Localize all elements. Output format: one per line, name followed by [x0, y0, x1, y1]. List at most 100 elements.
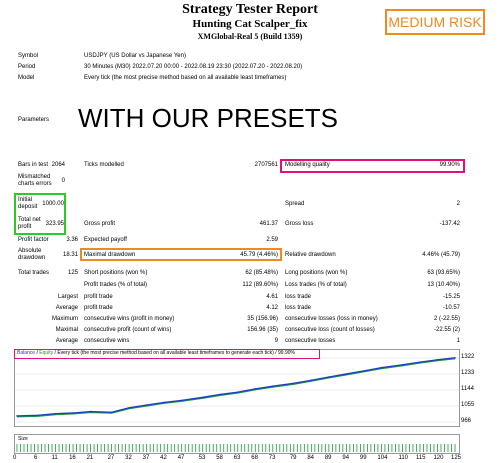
- size-bar: [153, 444, 155, 452]
- size-bar: [93, 444, 95, 452]
- size-bar: [177, 444, 179, 452]
- balance-point: [236, 391, 239, 393]
- size-bar: [454, 444, 456, 452]
- reldd-value: 4.46% (45.79): [422, 252, 460, 258]
- avg-cons-losses-value: 1: [456, 338, 460, 344]
- size-bar: [261, 444, 263, 452]
- average-loss-value: -10.57: [442, 305, 460, 311]
- y-tick-label: 1055: [461, 402, 475, 408]
- size-bar: [272, 444, 274, 452]
- avg-cons-losses-label: consecutive losses: [285, 338, 336, 344]
- size-bar: [205, 444, 207, 452]
- legend-description: / Every tick (the most precise method ba…: [53, 350, 274, 356]
- balance-line: [16, 357, 456, 417]
- maximal-loss-label: consecutive loss (count of losses): [285, 327, 375, 333]
- size-bar: [114, 444, 116, 452]
- size-bar: [324, 444, 326, 452]
- x-tick-label: 16: [69, 455, 76, 461]
- x-tick-label: 73: [268, 455, 276, 461]
- ticks-label: Ticks modelled: [84, 162, 124, 168]
- spread-value: 2: [456, 201, 460, 207]
- size-bar: [258, 444, 260, 452]
- size-bar: [352, 444, 354, 452]
- size-bar: [286, 444, 288, 452]
- maxdd-value: 45.79 (4.46%): [240, 252, 278, 258]
- legend-quality: / 99.90%: [273, 350, 295, 356]
- size-bar: [451, 444, 452, 452]
- absdd-label: Absolute drawdown: [18, 248, 46, 261]
- balance-point: [454, 357, 456, 359]
- balance-point: [254, 388, 257, 390]
- long-value: 63 (93.65%): [427, 270, 460, 276]
- x-tick-label: 21: [86, 455, 94, 461]
- profit-trades-label: Profit trades (% of total): [84, 282, 148, 288]
- size-bar: [237, 444, 239, 452]
- size-bar: [62, 444, 63, 452]
- size-bar: [317, 444, 319, 452]
- size-bar: [233, 444, 235, 452]
- size-bar: [405, 444, 407, 452]
- size-bar: [219, 444, 221, 452]
- size-bar: [402, 444, 403, 452]
- size-bar: [345, 444, 347, 452]
- legend-equity: Equity: [39, 350, 54, 356]
- y-tick-label: 966: [461, 418, 472, 424]
- netprofit-value: 323.95: [45, 221, 64, 227]
- size-bar: [37, 444, 39, 452]
- balance-point: [128, 406, 130, 409]
- x-tick-label: 53: [198, 455, 206, 461]
- size-bar: [23, 444, 25, 452]
- size-bar: [69, 444, 70, 452]
- max-cons-losses-label: consecutive losses (loss in money): [285, 316, 378, 322]
- size-bar: [381, 444, 382, 452]
- size-chart: Size: [14, 434, 460, 454]
- size-bar: [118, 444, 120, 452]
- largest-loss-value: -15.25: [442, 294, 460, 300]
- size-bar: [100, 444, 102, 452]
- risk-badge: MEDIUM RISK: [385, 9, 485, 35]
- balance-point: [310, 379, 313, 382]
- size-bar: [363, 444, 365, 452]
- size-bar: [419, 444, 421, 452]
- size-bar: [342, 444, 344, 452]
- size-bar: [20, 444, 21, 452]
- max-cons-wins-value: 35 (156.96): [247, 316, 278, 322]
- legend-balance: Balance: [17, 350, 36, 356]
- size-bar: [296, 444, 298, 452]
- absdd-value: 18.31: [62, 252, 78, 258]
- maxdd-label: Maximal drawdown: [84, 252, 136, 258]
- pf-value: 3.36: [66, 237, 78, 243]
- symbol-label: Symbol: [18, 53, 39, 59]
- size-bar: [279, 444, 281, 452]
- size-bar: [416, 444, 417, 452]
- balance-point: [293, 382, 295, 385]
- size-bar: [125, 444, 127, 452]
- average-loss-label: loss trade: [285, 305, 312, 311]
- average-profit-value: 4.12: [266, 305, 278, 311]
- balance-point: [380, 366, 383, 369]
- grossprofit-value: 461.37: [259, 221, 278, 227]
- y-tick-label: 1233: [461, 370, 475, 376]
- size-bar: [160, 444, 162, 452]
- period-value: 30 Minutes (M30) 2022.07.20 00:00 - 2022…: [84, 64, 303, 70]
- size-bar: [377, 444, 379, 452]
- model-value: Every tick (the most precise method base…: [84, 75, 287, 81]
- size-bar: [398, 444, 400, 452]
- parameters-label: Parameters: [18, 117, 50, 123]
- size-bar: [370, 444, 372, 452]
- size-bar: [107, 444, 109, 452]
- x-tick-label: 120: [433, 455, 444, 461]
- payoff-label: Expected payoff: [84, 237, 127, 243]
- average2-label: Average: [55, 338, 78, 344]
- balance-point: [219, 393, 222, 396]
- x-tick-label: 11: [51, 455, 58, 461]
- size-bar: [226, 444, 228, 452]
- x-tick-label: 27: [107, 455, 115, 461]
- x-tick-label: 32: [125, 455, 132, 461]
- size-bar: [444, 444, 445, 452]
- grossprofit-label: Gross profit: [84, 221, 116, 227]
- balance-point: [89, 410, 92, 413]
- short-label: Short positions (won %): [84, 270, 148, 276]
- profit-trades-value: 112 (89.60%): [242, 282, 278, 288]
- quality-value: 99.90%: [439, 162, 460, 168]
